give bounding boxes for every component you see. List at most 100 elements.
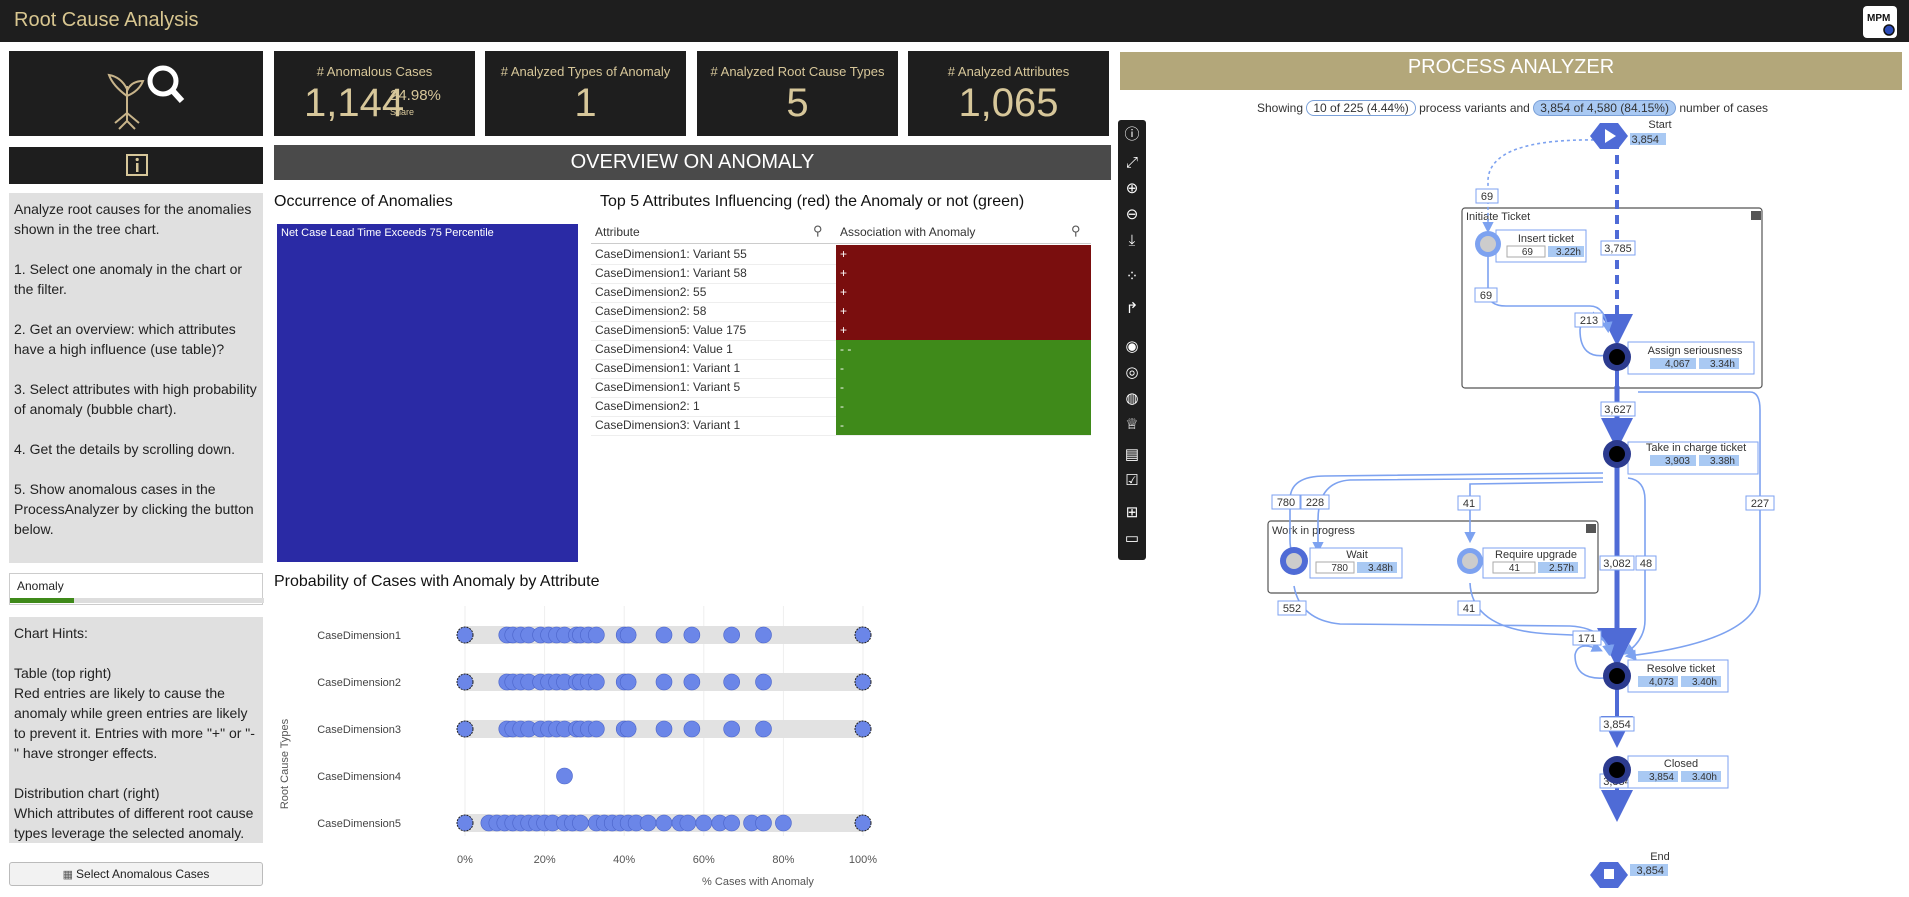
instructions-text: Analyze root causes for the anomalies sh… — [14, 201, 257, 537]
hide-icon[interactable]: ◎ — [1121, 362, 1143, 384]
data-point[interactable] — [572, 814, 589, 832]
data-point[interactable] — [679, 814, 697, 832]
node-insert-ticket[interactable]: Insert ticket 69 3.22h — [1475, 229, 1587, 263]
path-icon[interactable]: ↱ — [1121, 298, 1143, 320]
data-point[interactable] — [655, 814, 673, 832]
association-cell: + — [836, 321, 1091, 340]
add-folder-icon[interactable]: ⊞ — [1121, 502, 1143, 524]
node-assign-seriousness[interactable]: Assign seriousness 4,067 3.34h — [1603, 341, 1755, 375]
table-row[interactable]: CaseDimension4: Value 1 - - — [591, 340, 1091, 360]
fit-view-icon[interactable]: ⤢ — [1121, 152, 1143, 174]
toolbox-icon[interactable]: ▤ — [1121, 444, 1143, 466]
edge-take-wait[interactable] — [1288, 472, 1604, 562]
data-point[interactable] — [775, 814, 792, 832]
download-icon[interactable]: ⤓ — [1121, 230, 1143, 252]
node-name: Require upgrade — [1495, 549, 1577, 561]
select-button-label: Select Anomalous Cases — [76, 867, 210, 881]
data-point[interactable] — [755, 720, 772, 738]
data-point[interactable] — [619, 673, 637, 691]
collapse-icon[interactable] — [1586, 524, 1596, 533]
award-icon[interactable]: ♕ — [1121, 414, 1143, 436]
view-settings-icon[interactable]: ◉ — [1121, 336, 1143, 358]
search-icon[interactable]: ⚲ — [813, 223, 823, 239]
table-row[interactable]: CaseDimension1: Variant 55 + — [591, 245, 1091, 265]
data-point[interactable] — [695, 814, 713, 832]
highlight-icon[interactable]: ◍ — [1121, 388, 1143, 410]
data-point[interactable] — [755, 814, 772, 832]
table-row[interactable]: CaseDimension1: Variant 5 - — [591, 378, 1091, 398]
layout-icon[interactable]: ⁘ — [1121, 266, 1143, 288]
node-start[interactable]: 3,854 Start — [1590, 120, 1672, 149]
data-point[interactable] — [683, 720, 701, 738]
data-point[interactable] — [456, 626, 474, 644]
data-point[interactable] — [723, 814, 740, 832]
attribute-cell: CaseDimension2: 55 — [595, 285, 707, 299]
data-point[interactable] — [588, 720, 605, 738]
data-point[interactable] — [655, 720, 673, 738]
data-point[interactable] — [755, 673, 772, 691]
edge-assign-resolve[interactable] — [1624, 391, 1761, 661]
node-take-in-charge[interactable]: Take in charge ticket 3,903 3.38h — [1603, 440, 1759, 475]
data-point[interactable] — [655, 626, 673, 644]
root-magnifier-icon — [107, 65, 185, 130]
data-point[interactable] — [854, 626, 872, 644]
table-row[interactable]: CaseDimension2: 55 + — [591, 283, 1091, 303]
data-point[interactable] — [723, 626, 740, 644]
zoom-out-icon[interactable]: ⊖ — [1121, 204, 1143, 226]
node-resolve-ticket[interactable]: Resolve ticket 4,073 3.40h — [1603, 659, 1729, 693]
kpi-anomalous-cases: # Anomalous Cases 1,144 24.98% Share — [274, 51, 475, 136]
data-point[interactable] — [854, 673, 872, 691]
table-row[interactable]: CaseDimension2: 58 + — [591, 302, 1091, 322]
association-cell: - — [836, 378, 1091, 397]
zoom-in-icon[interactable]: ⊕ — [1121, 178, 1143, 200]
edge-resolve-self[interactable] — [1574, 641, 1605, 679]
info-icon — [126, 154, 148, 176]
data-point[interactable] — [619, 720, 637, 738]
select-anomalous-cases-button[interactable]: ▦ Select Anomalous Cases — [9, 862, 263, 886]
checkbox-icon[interactable]: ☑ — [1121, 470, 1143, 492]
variants-pill[interactable]: 10 of 225 (4.44%) — [1306, 100, 1416, 116]
folder-icon[interactable]: ▭ — [1121, 528, 1143, 550]
data-point[interactable] — [556, 767, 573, 785]
association-cell: - — [836, 397, 1091, 416]
edge-take-upgrade[interactable] — [1464, 481, 1604, 544]
table-row[interactable]: CaseDimension2: 1 - — [591, 397, 1091, 417]
node-end[interactable]: 3,854 End — [1590, 851, 1670, 888]
data-point[interactable] — [619, 626, 637, 644]
data-point[interactable] — [854, 720, 872, 738]
edge-label: 780 — [1277, 497, 1295, 509]
data-point[interactable] — [655, 673, 673, 691]
data-point[interactable] — [639, 814, 657, 832]
node-require-upgrade[interactable]: Require upgrade 41 2.57h — [1457, 547, 1586, 579]
mpm-logo[interactable]: MPM — [1863, 6, 1897, 38]
data-point[interactable] — [683, 673, 701, 691]
anomaly-filter[interactable]: Anomaly — [9, 573, 264, 605]
data-point[interactable] — [723, 720, 740, 738]
data-point[interactable] — [588, 626, 605, 644]
occurrence-block[interactable]: Net Case Lead Time Exceeds 75 Percentile — [277, 224, 578, 562]
cases-pill[interactable]: 3,854 of 4,580 (84.15%) — [1533, 100, 1676, 116]
info-button[interactable] — [9, 147, 263, 184]
edge-label: 171 — [1578, 633, 1596, 645]
col-association: Association with Anomaly — [840, 225, 976, 239]
data-point[interactable] — [683, 626, 701, 644]
table-row[interactable]: CaseDimension5: Value 175 + — [591, 321, 1091, 341]
collapse-icon[interactable] — [1751, 211, 1761, 220]
data-point[interactable] — [588, 673, 605, 691]
info-icon[interactable]: ⓘ — [1121, 124, 1143, 146]
edge-take-wait-2[interactable] — [1312, 477, 1604, 554]
node-wait[interactable]: Wait 780 3.48h — [1280, 547, 1403, 579]
data-point[interactable] — [723, 673, 740, 691]
data-point[interactable] — [854, 814, 872, 832]
search-icon[interactable]: ⚲ — [1071, 223, 1081, 239]
data-point[interactable] — [456, 814, 474, 832]
table-row[interactable]: CaseDimension1: Variant 1 - — [591, 359, 1091, 379]
table-row[interactable]: CaseDimension3: Variant 1 - — [591, 416, 1091, 436]
data-point[interactable] — [755, 626, 772, 644]
kpi-value: 5 — [786, 81, 809, 125]
group-label: Initiate Ticket — [1466, 211, 1530, 223]
edge-wait-resolve[interactable] — [1293, 585, 1614, 657]
data-point[interactable] — [456, 673, 474, 691]
data-point[interactable] — [456, 720, 474, 738]
table-row[interactable]: CaseDimension1: Variant 58 + — [591, 264, 1091, 284]
